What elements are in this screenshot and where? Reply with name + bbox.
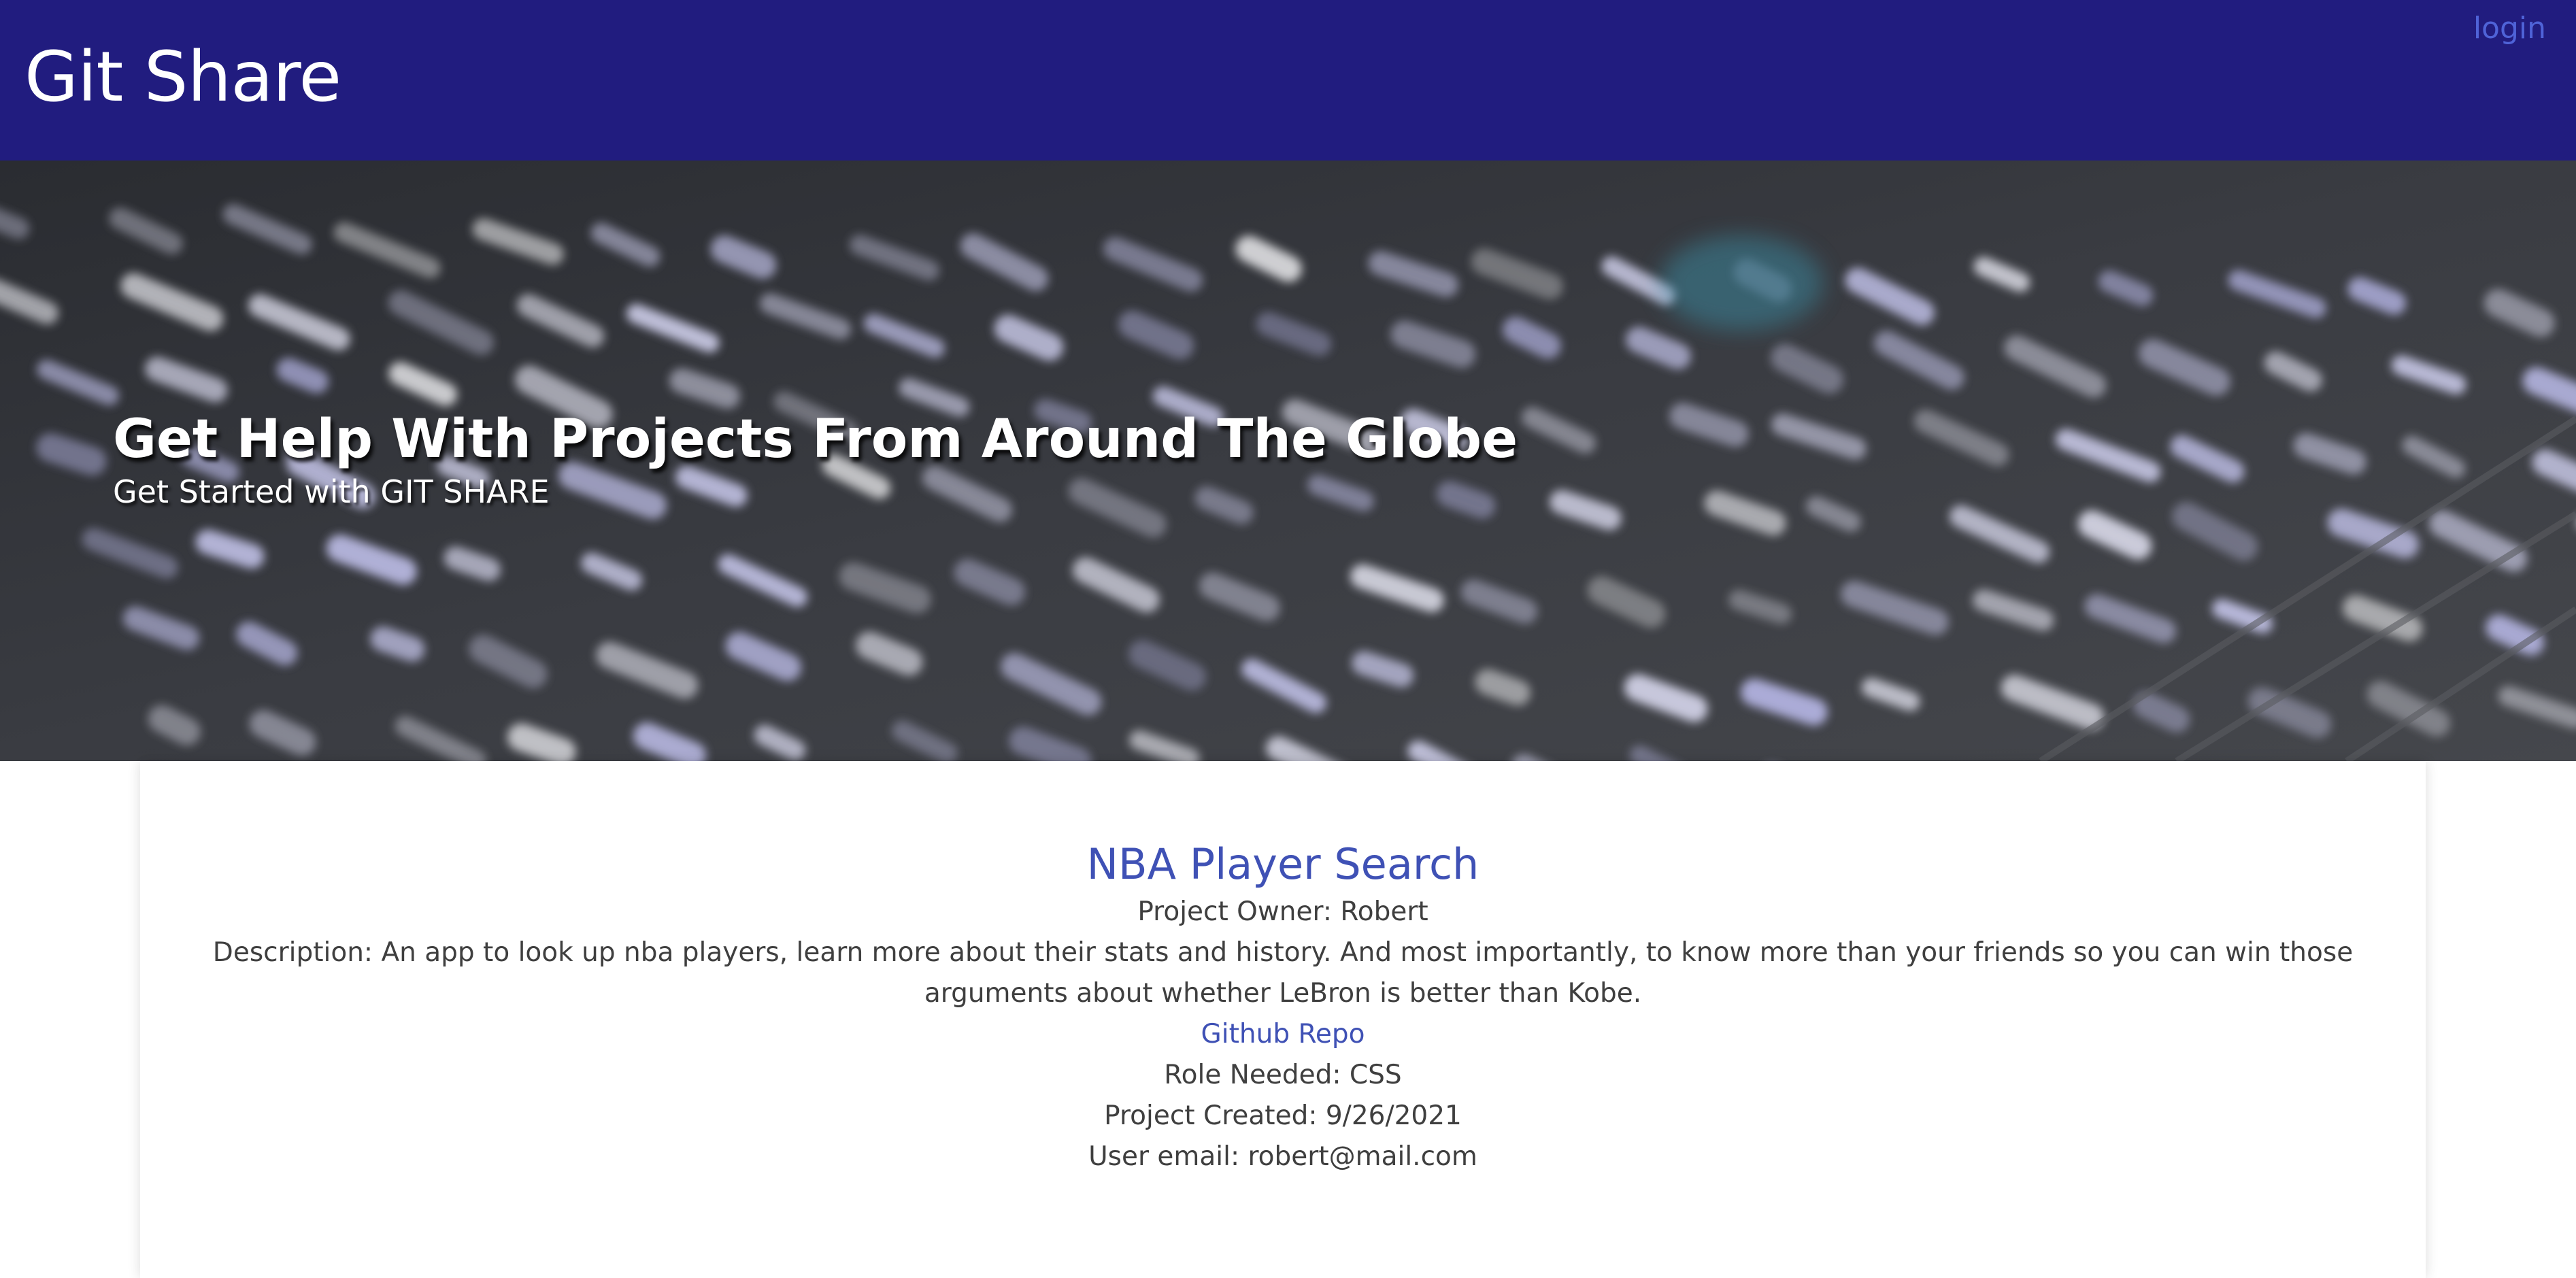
hero-banner: Get Help With Projects From Around The G… (0, 161, 2576, 761)
hero-title: Get Help With Projects From Around The G… (113, 409, 1518, 470)
github-repo-link[interactable]: Github Repo (1201, 1014, 1365, 1055)
user-email: User email: robert@mail.com (1088, 1141, 1477, 1172)
login-link[interactable]: login (2473, 10, 2546, 48)
hero-subtitle: Get Started with GIT SHARE (113, 473, 550, 510)
project-title[interactable]: NBA Player Search (140, 837, 2426, 892)
project-description: Description: An app to look up nba playe… (212, 937, 2354, 1009)
project-owner: Project Owner: Robert (1137, 896, 1428, 927)
project-card: NBA Player Search Project Owner: Robert … (140, 761, 2426, 1278)
role-needed: Role Needed: CSS (1164, 1060, 1402, 1090)
project-created: Project Created: 9/26/2021 (1104, 1100, 1462, 1131)
top-navbar: Git Share login (0, 0, 2576, 161)
brand-title[interactable]: Git Share (24, 35, 341, 120)
